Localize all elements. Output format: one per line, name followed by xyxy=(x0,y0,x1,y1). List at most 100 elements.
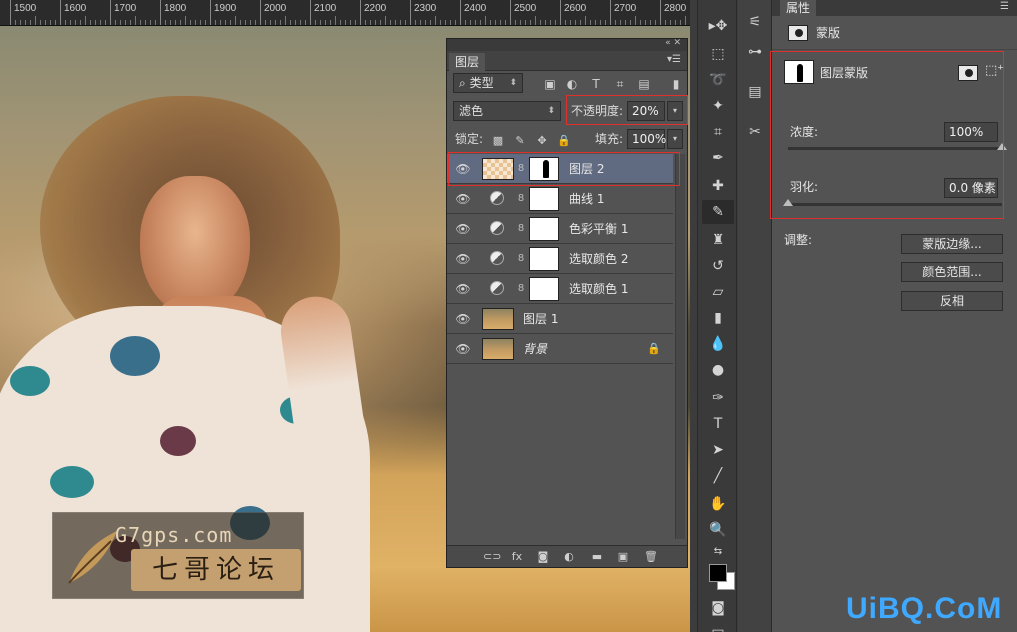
zoom-tool-icon[interactable]: 🔍 xyxy=(702,518,734,542)
adjustment-icon[interactable]: ◐ xyxy=(561,549,577,565)
filter-toggle-icon[interactable]: ▮ xyxy=(671,77,681,91)
filter-kind-select[interactable]: ⌕ 类型 ⬍ xyxy=(453,73,523,93)
pixel-filter-icon[interactable]: ▣ xyxy=(543,77,557,91)
crop-tool-icon[interactable]: ⌗ xyxy=(702,120,734,144)
invert-button[interactable]: 反相 xyxy=(901,291,1003,311)
layers-scrollbar[interactable] xyxy=(675,154,685,539)
stamp-tool-icon[interactable]: ♜ xyxy=(702,228,734,252)
horizontal-ruler[interactable]: 1500 1600 1700 1800 1900 2000 2100 2200 2300 2400… xyxy=(0,0,690,26)
blend-mode-select[interactable]: 滤色 ⬍ xyxy=(453,101,561,121)
link-icon[interactable]: ⊂⊃ xyxy=(483,549,501,565)
shape-filter-icon[interactable]: ⌗ xyxy=(613,77,627,91)
lock-transparent-icon[interactable]: ▩ xyxy=(491,134,505,148)
adjustment-layer-icon xyxy=(490,251,504,265)
search-icon: ⌕ xyxy=(459,76,466,90)
eye-icon[interactable]: 👁 xyxy=(455,252,471,266)
ruler-minor-tick xyxy=(685,16,686,25)
layer-row-curves[interactable]: 👁 8 曲线 1 xyxy=(447,184,673,214)
adjustment-filter-icon[interactable]: ◐ xyxy=(565,77,579,91)
move-tool-icon[interactable]: ▸✥ xyxy=(702,14,734,38)
adjustments-panel-icon[interactable]: ⚟ xyxy=(740,10,770,34)
new-layer-icon[interactable]: ▣ xyxy=(615,549,631,565)
layer-mask-thumbnail[interactable] xyxy=(529,217,559,241)
layer-mask-thumbnail[interactable] xyxy=(529,187,559,211)
chain-link-icon[interactable]: 8 xyxy=(517,281,525,297)
layer-row-selective-color-2[interactable]: 👁 8 选取颜色 2 xyxy=(447,244,673,274)
type-filter-icon[interactable]: T xyxy=(589,77,603,91)
ruler-minor-tick xyxy=(345,20,346,25)
chain-link-icon[interactable]: 8 xyxy=(517,251,525,267)
lock-move-icon[interactable]: ✥ xyxy=(535,134,549,148)
fx-icon[interactable]: fx xyxy=(509,549,525,565)
layer-mask-thumbnail[interactable] xyxy=(529,247,559,271)
ruler-minor-tick xyxy=(550,20,551,25)
filter-kind-value: 类型 xyxy=(469,76,494,90)
tools-preset-icon[interactable]: ✂ xyxy=(740,120,770,144)
ruler-minor-tick xyxy=(275,20,276,25)
pen-tool-icon[interactable]: ✑ xyxy=(702,386,734,410)
ruler-minor-tick xyxy=(175,20,176,25)
ruler-tick: 2400 xyxy=(460,0,486,25)
swap-colors-icon[interactable]: ⇆ xyxy=(702,540,734,564)
chain-link-icon[interactable]: 8 xyxy=(517,221,525,237)
layer-comps-icon[interactable]: ▤ xyxy=(740,80,770,104)
healing-brush-icon[interactable]: ✚ xyxy=(702,174,734,198)
folder-icon[interactable]: ▬ xyxy=(589,549,605,565)
layer-row-color-balance[interactable]: 👁 8 色彩平衡 1 xyxy=(447,214,673,244)
panel-titlebar[interactable]: « ✕ xyxy=(447,38,687,51)
highlight-mask-properties xyxy=(770,51,1004,219)
path-select-icon[interactable]: ➤ xyxy=(702,438,734,462)
sliders-panel-icon[interactable]: ⊶ xyxy=(740,40,770,64)
lock-brush-icon[interactable]: ✎ xyxy=(513,134,527,148)
highlight-layer2 xyxy=(448,152,680,186)
ruler-minor-tick xyxy=(25,20,26,25)
magic-wand-icon[interactable]: ✦ xyxy=(702,94,734,118)
eyedropper-icon[interactable]: ✒ xyxy=(702,146,734,170)
chain-link-icon[interactable]: 8 xyxy=(517,191,525,207)
line-tool-icon[interactable]: ╱ xyxy=(702,464,734,488)
layer-row-selective-color-1[interactable]: 👁 8 选取颜色 1 xyxy=(447,274,673,304)
marquee-tool-icon[interactable]: ⬚ xyxy=(702,42,734,66)
type-tool-icon[interactable]: T xyxy=(702,412,734,436)
layer-row-layer1[interactable]: 👁 图层 1 xyxy=(447,304,673,334)
mask-edge-button[interactable]: 蒙版边缘... xyxy=(901,234,1003,254)
eye-icon[interactable]: 👁 xyxy=(455,222,471,236)
eye-icon[interactable]: 👁 xyxy=(455,282,471,296)
screen-mode-icon[interactable]: ▭ xyxy=(702,620,734,632)
lasso-tool-icon[interactable]: ➰ xyxy=(702,68,734,92)
ruler-minor-tick xyxy=(230,20,231,25)
fill-slider-button[interactable]: ▾ xyxy=(667,129,683,149)
lock-all-icon[interactable]: 🔒 xyxy=(557,134,571,148)
history-brush-icon[interactable]: ↺ xyxy=(702,254,734,278)
gradient-icon[interactable]: ▮ xyxy=(702,306,734,330)
panel-menu-icon[interactable]: ▾☰ xyxy=(667,54,681,65)
color-range-button[interactable]: 颜色范围... xyxy=(901,262,1003,282)
ruler-minor-tick xyxy=(385,16,386,25)
quick-mask-icon[interactable]: ◙ xyxy=(702,596,734,620)
blur-tool-icon[interactable]: 💧 xyxy=(702,332,734,356)
smart-object-filter-icon[interactable]: ▤ xyxy=(637,77,651,91)
brush-tool-icon[interactable]: ✎ xyxy=(702,200,734,224)
tab-properties[interactable]: 属性 xyxy=(780,0,817,16)
eraser-icon[interactable]: ▱ xyxy=(702,280,734,304)
layer-mask-thumbnail[interactable] xyxy=(529,277,559,301)
trash-icon[interactable]: 🗑 xyxy=(643,549,659,565)
ruler-tick: 2800 xyxy=(660,0,686,25)
ruler-minor-tick xyxy=(70,20,71,25)
eye-icon[interactable]: 👁 xyxy=(455,312,471,326)
foreground-color-swatch[interactable] xyxy=(709,564,727,582)
ruler-minor-tick xyxy=(620,20,621,25)
fill-input[interactable]: 100% xyxy=(627,129,666,149)
layer-thumbnail[interactable] xyxy=(482,308,514,330)
hand-tool-icon[interactable]: ✋ xyxy=(702,492,734,516)
eye-icon[interactable]: 👁 xyxy=(455,342,471,356)
layer-row-background[interactable]: 👁 背景 🔒 xyxy=(447,334,673,364)
dodge-tool-icon[interactable]: ● xyxy=(702,358,734,382)
layer-thumbnail[interactable] xyxy=(482,338,514,360)
tab-layers[interactable]: 图层 xyxy=(449,53,486,71)
eye-icon[interactable]: 👁 xyxy=(455,192,471,206)
mask-icon[interactable]: ◙ xyxy=(535,549,551,565)
ruler-minor-tick xyxy=(500,20,501,25)
collapse-close-icon[interactable]: « ✕ xyxy=(665,38,681,48)
panel-menu-icon[interactable]: ☰ xyxy=(1000,1,1009,12)
